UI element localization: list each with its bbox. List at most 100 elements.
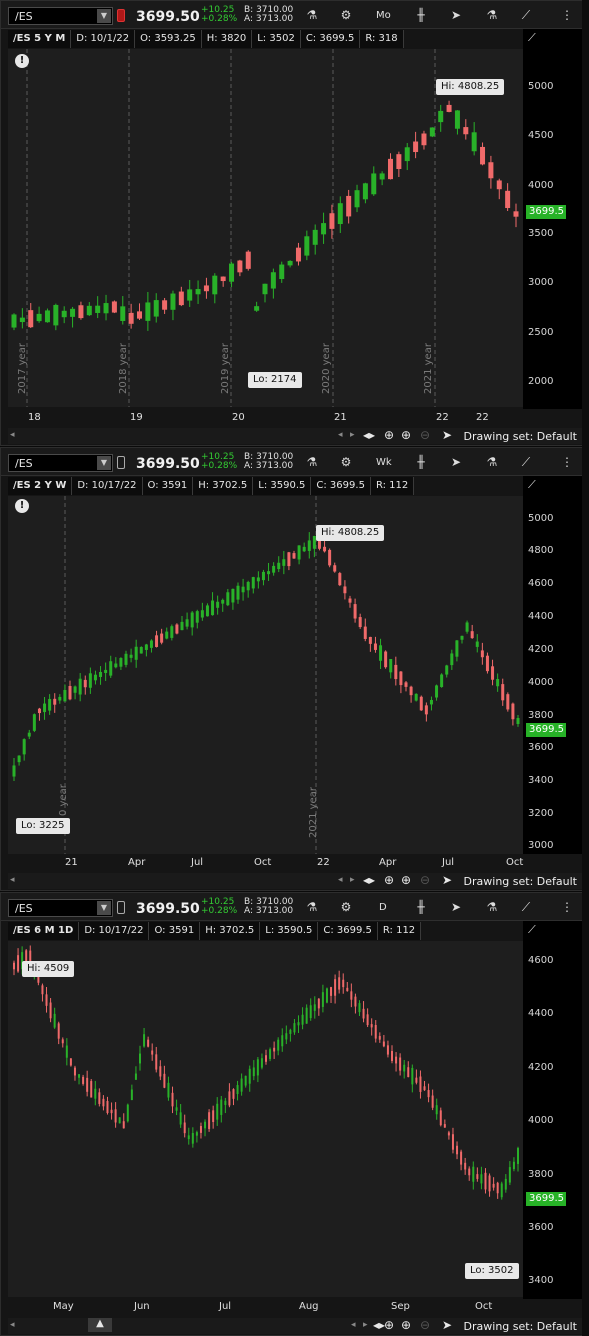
scroll-right-icon[interactable]: ▸ xyxy=(350,430,355,440)
info-close: C: 3699.5 xyxy=(318,922,378,940)
cursor-icon[interactable]: ➤ xyxy=(448,455,464,470)
zoom-in-icon[interactable]: ⊕ xyxy=(401,873,411,887)
candle-down xyxy=(358,617,362,628)
aggregation-selector[interactable]: Mo xyxy=(376,10,391,21)
candle-up xyxy=(231,588,235,603)
candle-up xyxy=(114,663,118,668)
candle-up xyxy=(281,1035,284,1047)
pan-icon[interactable]: ◂▸ xyxy=(363,428,375,442)
gear-icon[interactable]: ⚙ xyxy=(338,900,354,915)
expand-icon[interactable]: ▲ xyxy=(88,1318,112,1332)
y-tick: 2000 xyxy=(528,376,554,387)
price-axis[interactable] xyxy=(523,921,583,1299)
studies-flask-icon[interactable]: ⚗ xyxy=(304,8,320,23)
candle-style-icon[interactable]: ╫ xyxy=(413,455,429,470)
pointer-icon[interactable]: ➤ xyxy=(442,873,452,887)
crosshair-icon[interactable]: ⊕ xyxy=(384,873,394,887)
scroll-right-icon[interactable]: ▸ xyxy=(350,875,355,885)
flask-icon[interactable]: ⚗ xyxy=(484,900,500,915)
price-plot[interactable]: Hi: 4509 Lo: 3502 xyxy=(8,941,523,1297)
symbol-input[interactable]: /ES ▼ xyxy=(8,454,113,472)
candle-up xyxy=(78,1074,81,1078)
drawing-set-label[interactable]: Drawing set: Default xyxy=(464,430,577,443)
zoom-out-icon[interactable]: ⊖ xyxy=(420,873,430,887)
y-tick: 3600 xyxy=(528,742,554,753)
candle-up xyxy=(297,1022,300,1026)
flask-icon[interactable]: ⚗ xyxy=(484,8,500,23)
candle-up xyxy=(289,1029,292,1034)
drawing-icon[interactable]: ⟋ xyxy=(528,478,546,494)
aggregation-selector[interactable]: Wk xyxy=(376,457,392,468)
pan-icon[interactable]: ◂▸ xyxy=(363,873,375,887)
pointer-icon[interactable]: ➤ xyxy=(442,1318,452,1332)
candle-style-icon[interactable]: ╫ xyxy=(413,8,429,23)
pointer-icon[interactable]: ➤ xyxy=(442,428,452,442)
candle-down xyxy=(273,1047,276,1052)
candle-up xyxy=(126,1104,129,1122)
scroll-left-icon[interactable]: ◂ xyxy=(338,430,343,440)
more-icon[interactable]: ⋮ xyxy=(559,455,575,470)
aggregation-selector[interactable]: D xyxy=(379,902,387,913)
symbol-input[interactable]: /ES ▼ xyxy=(8,899,113,917)
alert-icon[interactable]: ! xyxy=(15,54,29,68)
crosshair-icon[interactable]: ⊕ xyxy=(384,428,394,442)
chevron-down-icon[interactable]: ▼ xyxy=(97,9,111,23)
candle-down xyxy=(155,1054,158,1070)
scroll-left-icon[interactable]: ◂ xyxy=(10,1320,15,1330)
scroll-left-icon[interactable]: ◂ xyxy=(10,875,15,885)
link-red-icon[interactable] xyxy=(117,9,125,22)
drawing-tools-icon[interactable]: ⟋ xyxy=(518,900,534,915)
y-tick: 4200 xyxy=(528,1062,554,1073)
chart-toolbar: /ES ▼ 3699.50 +10.25 +0.28% B: 3710.00 A… xyxy=(1,448,589,476)
drawing-set-label[interactable]: Drawing set: Default xyxy=(464,875,577,888)
more-icon[interactable]: ⋮ xyxy=(559,900,575,915)
studies-flask-icon[interactable]: ⚗ xyxy=(304,900,320,915)
candle-down xyxy=(470,631,474,639)
zoom-in-icon[interactable]: ⊕ xyxy=(401,1318,411,1332)
price-plot[interactable]: ! Hi: 4808.25 Lo: 3225 0 year 2021 year xyxy=(8,496,523,854)
drawing-tools-icon[interactable]: ⟋ xyxy=(518,8,534,23)
candle-down xyxy=(496,1182,499,1194)
scroll-right-icon[interactable]: ▸ xyxy=(363,1320,368,1330)
more-icon[interactable]: ⋮ xyxy=(559,8,575,23)
cursor-icon[interactable]: ➤ xyxy=(448,8,464,23)
candle-style-icon[interactable]: ╫ xyxy=(413,900,429,915)
candle-down xyxy=(171,1092,174,1107)
link-icon[interactable] xyxy=(117,456,125,469)
drawing-icon[interactable]: ⟋ xyxy=(528,923,546,939)
symbol-input[interactable]: /ES ▼ xyxy=(8,7,113,25)
candle-up xyxy=(246,581,250,591)
year-marker: 2018 year xyxy=(118,343,129,394)
crosshair-icon[interactable]: ⊕ xyxy=(384,1318,394,1332)
scroll-left-icon[interactable]: ◂ xyxy=(10,430,15,440)
candle-down xyxy=(368,636,372,644)
candle-down xyxy=(232,1089,235,1099)
cursor-icon[interactable]: ➤ xyxy=(448,900,464,915)
net-change: +10.25 +0.28% xyxy=(201,898,237,916)
drawing-tools-icon[interactable]: ⟋ xyxy=(518,455,534,470)
gear-icon[interactable]: ⚙ xyxy=(338,455,354,470)
candle-up xyxy=(190,612,194,628)
zoom-in-icon[interactable]: ⊕ xyxy=(401,428,411,442)
scroll-left-icon[interactable]: ◂ xyxy=(351,1320,356,1330)
candle-down xyxy=(68,685,72,700)
alert-icon[interactable]: ! xyxy=(15,499,29,513)
flask-icon[interactable]: ⚗ xyxy=(484,455,500,470)
year-marker: 2020 year xyxy=(321,343,332,394)
candle-up xyxy=(321,992,324,1007)
chevron-down-icon[interactable]: ▼ xyxy=(97,456,111,470)
link-icon[interactable] xyxy=(117,901,125,914)
scroll-left-icon[interactable]: ◂ xyxy=(338,875,343,885)
candle-up xyxy=(195,611,199,623)
info-high: H: 3820 xyxy=(202,30,253,48)
x-tick: Oct xyxy=(254,857,272,868)
price-plot[interactable]: ! Hi: 4808.25 Lo: 2174 2017 year 2018 ye… xyxy=(8,49,523,407)
price-axis[interactable] xyxy=(523,476,583,854)
zoom-out-icon[interactable]: ⊖ xyxy=(420,428,430,442)
gear-icon[interactable]: ⚙ xyxy=(338,8,354,23)
zoom-out-icon[interactable]: ⊖ xyxy=(420,1318,430,1332)
studies-flask-icon[interactable]: ⚗ xyxy=(304,455,320,470)
drawing-icon[interactable]: ⟋ xyxy=(528,31,546,47)
chevron-down-icon[interactable]: ▼ xyxy=(97,901,111,915)
drawing-set-label[interactable]: Drawing set: Default xyxy=(464,1320,577,1333)
